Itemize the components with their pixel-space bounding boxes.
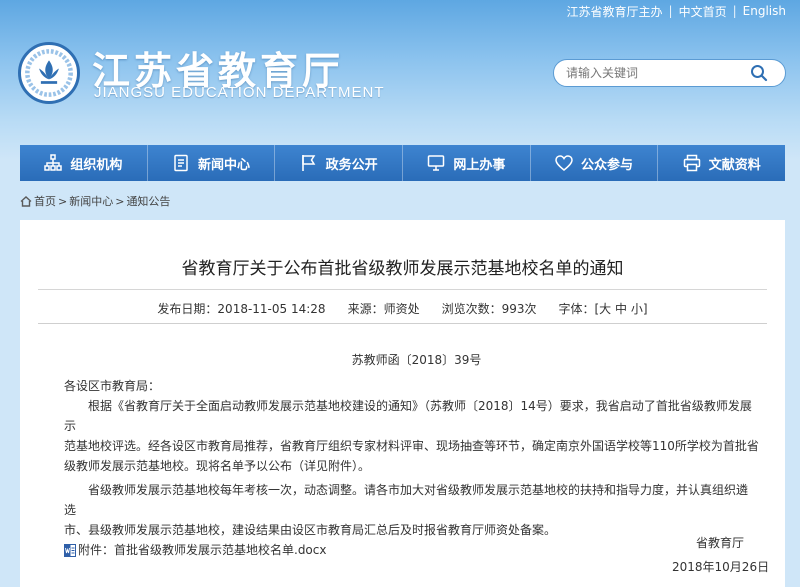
search-input[interactable] bbox=[554, 66, 744, 80]
nav-label: 网上办事 bbox=[453, 157, 506, 173]
attachment-link[interactable]: 附件：首批省级教师发展示范基地校名单.docx bbox=[64, 540, 759, 560]
sponsor-link[interactable]: 江苏省教育厅主办 bbox=[567, 3, 663, 20]
monitor-icon bbox=[428, 155, 445, 171]
font-size-small[interactable]: 小 bbox=[631, 302, 643, 316]
main-nav: 组织机构 新闻中心 政务公开 网上办事 公众参与 文献资料 bbox=[20, 145, 785, 181]
article-panel: 省教育厅关于公布首批省级教师发展示范基地校名单的通知 发布日期：2018-11-… bbox=[20, 220, 785, 587]
nav-item-news[interactable]: 新闻中心 bbox=[148, 145, 276, 181]
heart-icon bbox=[555, 155, 573, 171]
chinese-home-link[interactable]: 中文首页 bbox=[679, 3, 727, 20]
paragraph-line: 范基地校评选。经各设区市教育局推荐，省教育厅组织专家材料评审、现场抽查等环节，确… bbox=[64, 439, 759, 453]
nav-item-government-affairs[interactable]: 政务公开 bbox=[275, 145, 404, 181]
paragraph-line: 市、县级教师发展示范基地校，建设结果由设区市教育局汇总后及时报省教育厅师资处备案… bbox=[64, 523, 557, 537]
printer-icon bbox=[683, 154, 700, 172]
word-doc-icon bbox=[64, 543, 76, 557]
nav-label: 政务公开 bbox=[325, 157, 378, 173]
search-box bbox=[553, 59, 786, 87]
nav-label: 公众参与 bbox=[581, 157, 634, 173]
logo-emblem-icon[interactable] bbox=[18, 42, 80, 104]
breadcrumb-notice[interactable]: 通知公告 bbox=[126, 193, 170, 209]
document-number: 苏教师函〔2018〕39号 bbox=[351, 353, 482, 367]
font-size-medium[interactable]: 中 bbox=[615, 302, 627, 316]
article-body: 苏教师函〔2018〕39号 各设区市教育局： 根据《省教育厅关于全面启动教师发展… bbox=[64, 350, 759, 560]
breadcrumb-separator: > bbox=[58, 194, 68, 208]
nav-label: 组织机构 bbox=[70, 157, 123, 173]
flag-icon bbox=[301, 155, 316, 171]
font-size-selector: 字体：[大 中 小] bbox=[558, 300, 647, 317]
font-size-close: ] bbox=[642, 302, 648, 316]
attachment-label: 附件：首批省级教师发展示范基地校名单.docx bbox=[78, 543, 327, 557]
search-icon[interactable] bbox=[744, 60, 774, 86]
nav-label: 新闻中心 bbox=[198, 157, 251, 173]
paragraph-line: 级教师发展示范基地校。现将名单予以公布（详见附件）。 bbox=[64, 459, 371, 473]
breadcrumb: 首页 > 新闻中心 > 通知公告 bbox=[20, 193, 170, 209]
nav-item-documents[interactable]: 文献资料 bbox=[658, 145, 785, 181]
divider: | bbox=[668, 4, 673, 18]
nav-item-online-services[interactable]: 网上办事 bbox=[403, 145, 531, 181]
home-icon bbox=[20, 195, 32, 207]
english-link[interactable]: English bbox=[743, 4, 786, 18]
salutation: 各设区市教育局： bbox=[64, 379, 161, 393]
paragraph-line: 省级教师发展示范基地校每年考核一次，动态调整。请各市加大对省级教师发展示范基地校… bbox=[64, 483, 749, 517]
site-subtitle: JIANGSU EDUCATION DEPARTMENT bbox=[94, 84, 385, 101]
signature-date: 2018年10月26日 bbox=[672, 560, 770, 574]
breadcrumb-home[interactable]: 首页 bbox=[34, 193, 56, 209]
article-source: 来源：师资处 bbox=[347, 302, 420, 316]
paragraph-line: 根据《省教育厅关于全面启动教师发展示范基地校建设的通知》（苏教师〔2018〕14… bbox=[64, 399, 752, 433]
article-title: 省教育厅关于公布首批省级教师发展示范基地校名单的通知 bbox=[181, 259, 624, 279]
breadcrumb-news[interactable]: 新闻中心 bbox=[69, 193, 113, 209]
divider: | bbox=[732, 4, 737, 18]
publish-date: 发布日期：2018-11-05 14:28 bbox=[157, 302, 326, 316]
font-size-large[interactable]: 大 bbox=[599, 302, 611, 316]
breadcrumb-separator: > bbox=[115, 194, 125, 208]
divider bbox=[38, 323, 767, 324]
site-header: 江苏省教育厅 JIANGSU EDUCATION DEPARTMENT bbox=[0, 22, 800, 130]
nav-label: 文献资料 bbox=[708, 157, 761, 173]
nav-item-public-participation[interactable]: 公众参与 bbox=[531, 145, 659, 181]
signature-organization: 省教育厅 bbox=[696, 536, 745, 550]
divider bbox=[38, 289, 767, 290]
font-size-label: 字体：[ bbox=[558, 302, 600, 316]
nav-item-organization[interactable]: 组织机构 bbox=[20, 145, 148, 181]
article-meta: 发布日期：2018-11-05 14:28 来源：师资处 浏览次数：993次 字… bbox=[20, 300, 785, 317]
view-count: 浏览次数：993次 bbox=[441, 302, 537, 316]
org-chart-icon bbox=[44, 154, 63, 171]
top-utility-bar: 江苏省教育厅主办 | 中文首页 | English bbox=[567, 0, 800, 22]
news-icon bbox=[174, 154, 188, 172]
